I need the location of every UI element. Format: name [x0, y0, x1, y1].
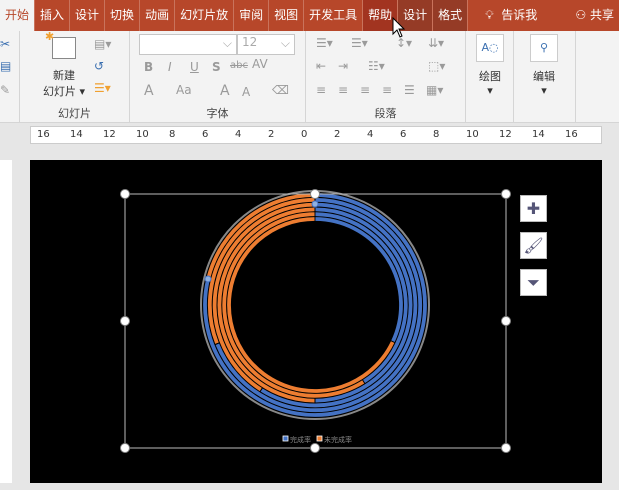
resize-handle[interactable]: [501, 189, 511, 199]
legend-swatch: [316, 435, 323, 442]
resize-handle[interactable]: [501, 316, 511, 326]
chart-elements-button[interactable]: ✚: [520, 195, 547, 222]
resize-handle[interactable]: [120, 316, 130, 326]
point-handle[interactable]: [204, 275, 212, 283]
uncompleted-segment[interactable]: [227, 217, 395, 393]
resize-handle[interactable]: [501, 443, 511, 453]
legend-label: 完成率: [290, 435, 311, 444]
resize-handle[interactable]: [120, 443, 130, 453]
chart-outline: [200, 190, 430, 420]
point-handle[interactable]: [311, 200, 319, 208]
resize-handle[interactable]: [310, 189, 320, 199]
mouse-cursor: [392, 16, 406, 38]
chart-styles-button[interactable]: 🖌: [520, 232, 547, 259]
resize-handle[interactable]: [120, 189, 130, 199]
chart-filters-button[interactable]: ⏷: [520, 269, 547, 296]
brush-icon: 🖌: [523, 236, 544, 255]
legend-swatch: [282, 435, 289, 442]
plus-icon: ✚: [526, 199, 541, 218]
filter-icon: ⏷: [527, 272, 540, 292]
resize-handle[interactable]: [310, 443, 320, 453]
legend-label: 未完成率: [324, 435, 352, 444]
